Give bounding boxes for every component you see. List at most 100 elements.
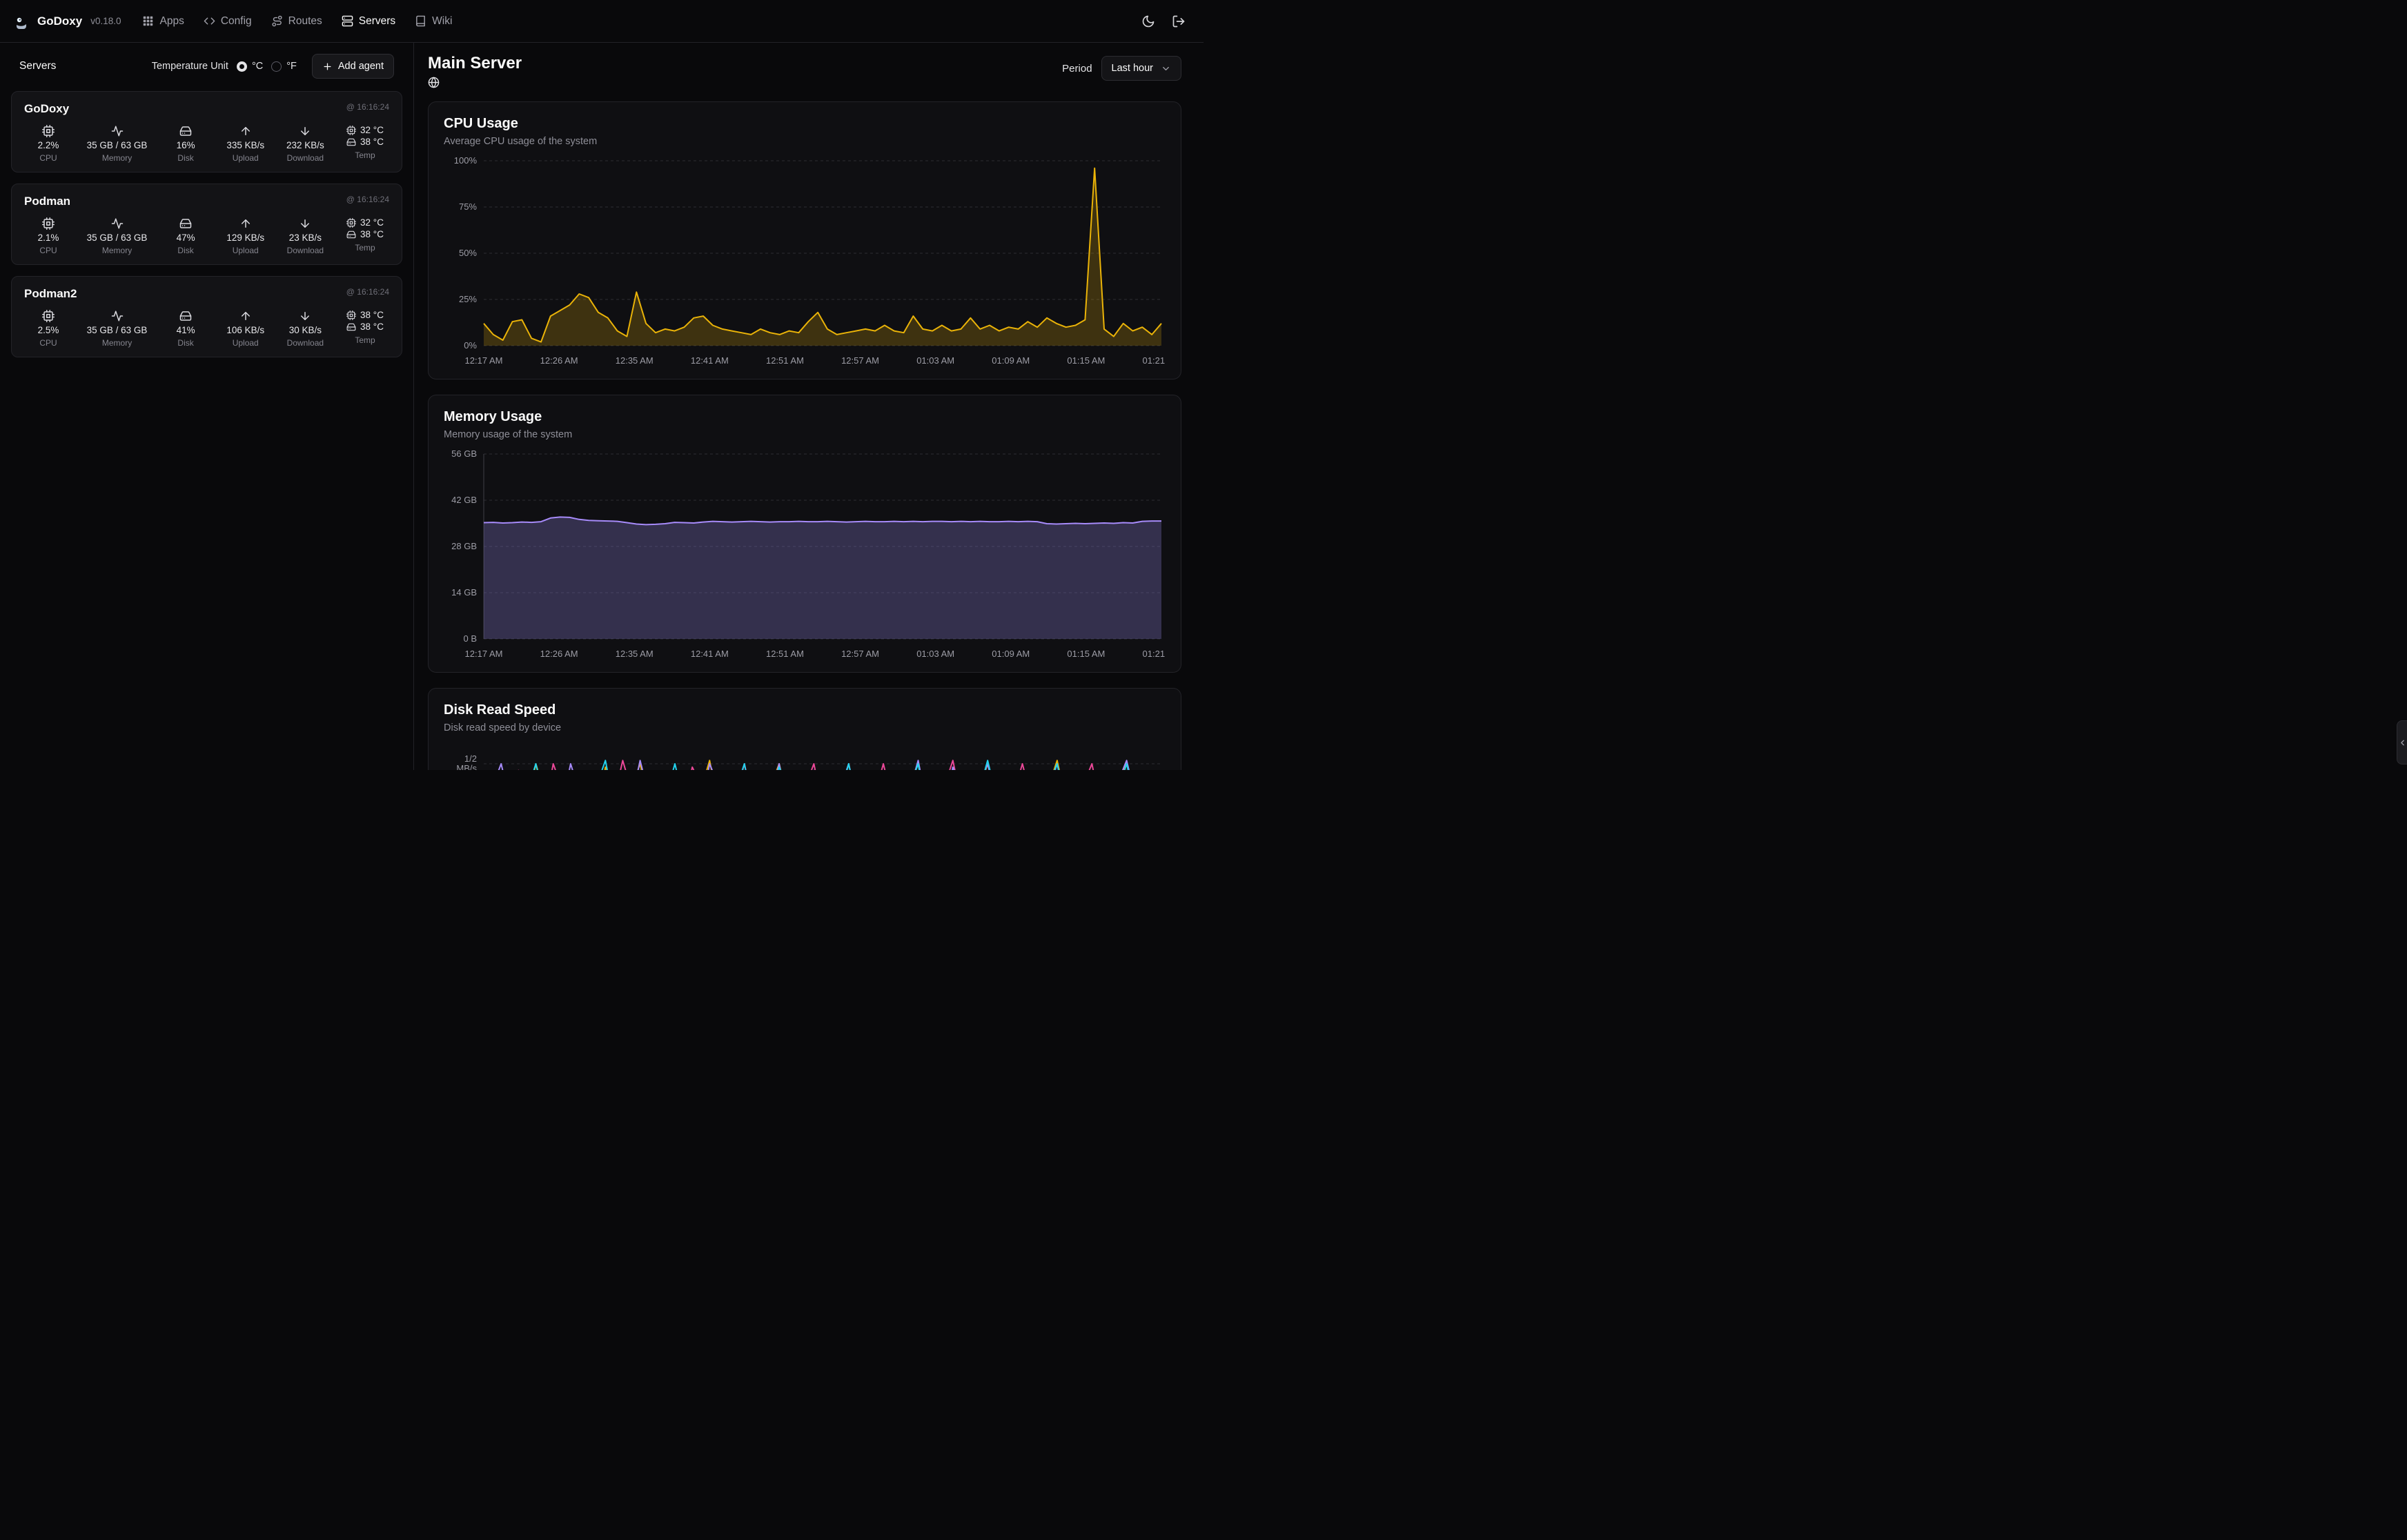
nav-item-wiki[interactable]: Wiki xyxy=(407,10,460,33)
brand[interactable]: GoDoxy v0.18.0 xyxy=(12,12,121,30)
add-agent-button[interactable]: Add agent xyxy=(312,54,394,79)
svg-text:1/2MB/s: 1/2MB/s xyxy=(456,753,477,770)
download-arrow-icon xyxy=(299,217,311,230)
period-value: Last hour xyxy=(1112,63,1153,74)
book-icon xyxy=(415,15,426,27)
svg-text:42 GB: 42 GB xyxy=(451,495,477,505)
cpu-label: CPU xyxy=(39,153,57,163)
svg-text:01:21 AM: 01:21 AM xyxy=(1143,355,1166,366)
svg-text:01:15 AM: 01:15 AM xyxy=(1067,355,1105,366)
svg-text:14 GB: 14 GB xyxy=(451,587,477,598)
server-card-godoxy[interactable]: GoDoxy @ 16:16:24 2.2% CPU 35 GB / 63 GB… xyxy=(11,91,402,172)
sidebar-header: Servers Temperature Unit °C °F Add agent xyxy=(11,54,402,79)
hard-drive-icon xyxy=(179,217,192,230)
theme-toggle-moon-icon[interactable] xyxy=(1141,14,1155,28)
memory-value: 35 GB / 63 GB xyxy=(87,140,148,150)
celsius-radio-option[interactable]: °C xyxy=(237,61,263,72)
disk-value: 16% xyxy=(177,140,195,150)
chart-title: CPU Usage xyxy=(444,116,1166,132)
upload-value: 335 KB/s xyxy=(226,140,264,150)
download-stat: 30 KB/s Download xyxy=(284,310,326,348)
top-navbar: GoDoxy v0.18.0 Apps Config Routes Server… xyxy=(0,0,1204,43)
temp-label: Temp xyxy=(355,150,375,160)
memory-usage-card: Memory Usage Memory usage of the system … xyxy=(428,395,1181,673)
disk-value: 41% xyxy=(177,325,195,335)
svg-text:12:41 AM: 12:41 AM xyxy=(691,649,729,659)
cpu-icon xyxy=(42,217,55,230)
server-stats: 2.1% CPU 35 GB / 63 GB Memory 47% Disk xyxy=(24,217,389,255)
upload-arrow-icon xyxy=(239,310,252,322)
cpu-stat: 2.1% CPU xyxy=(27,217,70,255)
svg-text:0 B: 0 B xyxy=(463,633,477,644)
nav-item-label: Config xyxy=(221,15,252,28)
disk-temp-value: 38 °C xyxy=(360,229,384,239)
main-nav: Apps Config Routes Servers Wiki xyxy=(135,10,1141,33)
cpu-temp-value: 32 °C xyxy=(360,217,384,228)
fahrenheit-radio[interactable] xyxy=(271,61,282,72)
hard-drive-icon xyxy=(179,125,192,137)
disk-temp-row: 38 °C xyxy=(346,229,384,239)
cpu-label: CPU xyxy=(39,338,57,348)
server-stats: 2.5% CPU 35 GB / 63 GB Memory 41% Disk xyxy=(24,310,389,348)
chart-subtitle: Memory usage of the system xyxy=(444,429,1166,440)
cpu-icon xyxy=(346,126,356,135)
svg-text:12:51 AM: 12:51 AM xyxy=(766,355,804,366)
chevron-down-icon xyxy=(1161,63,1171,74)
server-name: Podman xyxy=(24,195,70,208)
disk-label: Disk xyxy=(177,246,193,255)
disk-temp-row: 38 °C xyxy=(346,322,384,332)
svg-text:12:17 AM: 12:17 AM xyxy=(465,355,503,366)
upload-label: Upload xyxy=(233,338,259,348)
cpu-temp-row: 32 °C xyxy=(346,217,384,228)
celsius-radio[interactable] xyxy=(237,61,247,72)
sidebar-collapse-handle[interactable] xyxy=(2397,720,2407,764)
svg-text:01:03 AM: 01:03 AM xyxy=(916,355,954,366)
svg-text:12:17 AM: 12:17 AM xyxy=(465,649,503,659)
logout-icon[interactable] xyxy=(1172,14,1186,28)
server-card-header: GoDoxy @ 16:16:24 xyxy=(24,102,389,116)
nav-item-config[interactable]: Config xyxy=(196,10,259,33)
chart-subtitle: Average CPU usage of the system xyxy=(444,136,1166,147)
svg-text:12:35 AM: 12:35 AM xyxy=(616,649,654,659)
temp-stat: 38 °C 38 °C Temp xyxy=(344,310,386,348)
chart-title: Memory Usage xyxy=(444,409,1166,425)
memory-label: Memory xyxy=(102,338,132,348)
temp-label: Temp xyxy=(355,335,375,345)
celsius-label: °C xyxy=(252,61,263,72)
memory-value: 35 GB / 63 GB xyxy=(87,233,148,243)
temperature-unit-label: Temperature Unit xyxy=(152,61,228,72)
period-dropdown[interactable]: Last hour xyxy=(1101,56,1181,81)
fahrenheit-radio-option[interactable]: °F xyxy=(271,61,297,72)
memory-stat: 35 GB / 63 GB Memory xyxy=(87,125,148,163)
cpu-stat: 2.2% CPU xyxy=(27,125,70,163)
server-card-podman2[interactable]: Podman2 @ 16:16:24 2.5% CPU 35 GB / 63 G… xyxy=(11,276,402,357)
fahrenheit-label: °F xyxy=(286,61,297,72)
server-card-list: GoDoxy @ 16:16:24 2.2% CPU 35 GB / 63 GB… xyxy=(11,91,402,357)
svg-text:12:35 AM: 12:35 AM xyxy=(616,355,654,366)
server-card-podman[interactable]: Podman @ 16:16:24 2.1% CPU 35 GB / 63 GB… xyxy=(11,184,402,265)
cpu-icon xyxy=(42,125,55,137)
memory-label: Memory xyxy=(102,153,132,163)
svg-text:56 GB: 56 GB xyxy=(451,448,477,459)
cpu-icon xyxy=(346,218,356,228)
sidebar-title: Servers xyxy=(19,60,56,72)
activity-icon xyxy=(111,310,124,322)
disk-temp-value: 38 °C xyxy=(360,137,384,147)
code-icon xyxy=(204,15,215,27)
nav-item-apps[interactable]: Apps xyxy=(135,10,191,33)
memory-label: Memory xyxy=(102,246,132,255)
nav-item-servers[interactable]: Servers xyxy=(334,10,403,33)
svg-text:01:21 AM: 01:21 AM xyxy=(1143,649,1166,659)
cpu-usage-card: CPU Usage Average CPU usage of the syste… xyxy=(428,101,1181,379)
upload-value: 106 KB/s xyxy=(226,325,264,335)
cpu-usage-chart: 0%25%50%75%100%12:17 AM12:26 AM12:35 AM1… xyxy=(444,155,1166,369)
download-stat: 23 KB/s Download xyxy=(284,217,326,255)
svg-text:75%: 75% xyxy=(459,201,477,212)
disk-label: Disk xyxy=(177,338,193,348)
activity-icon xyxy=(111,125,124,137)
upload-value: 129 KB/s xyxy=(226,233,264,243)
svg-text:12:26 AM: 12:26 AM xyxy=(540,649,578,659)
svg-text:01:03 AM: 01:03 AM xyxy=(916,649,954,659)
nav-item-routes[interactable]: Routes xyxy=(264,10,330,33)
sidebar-controls: Temperature Unit °C °F Add agent xyxy=(152,54,394,79)
